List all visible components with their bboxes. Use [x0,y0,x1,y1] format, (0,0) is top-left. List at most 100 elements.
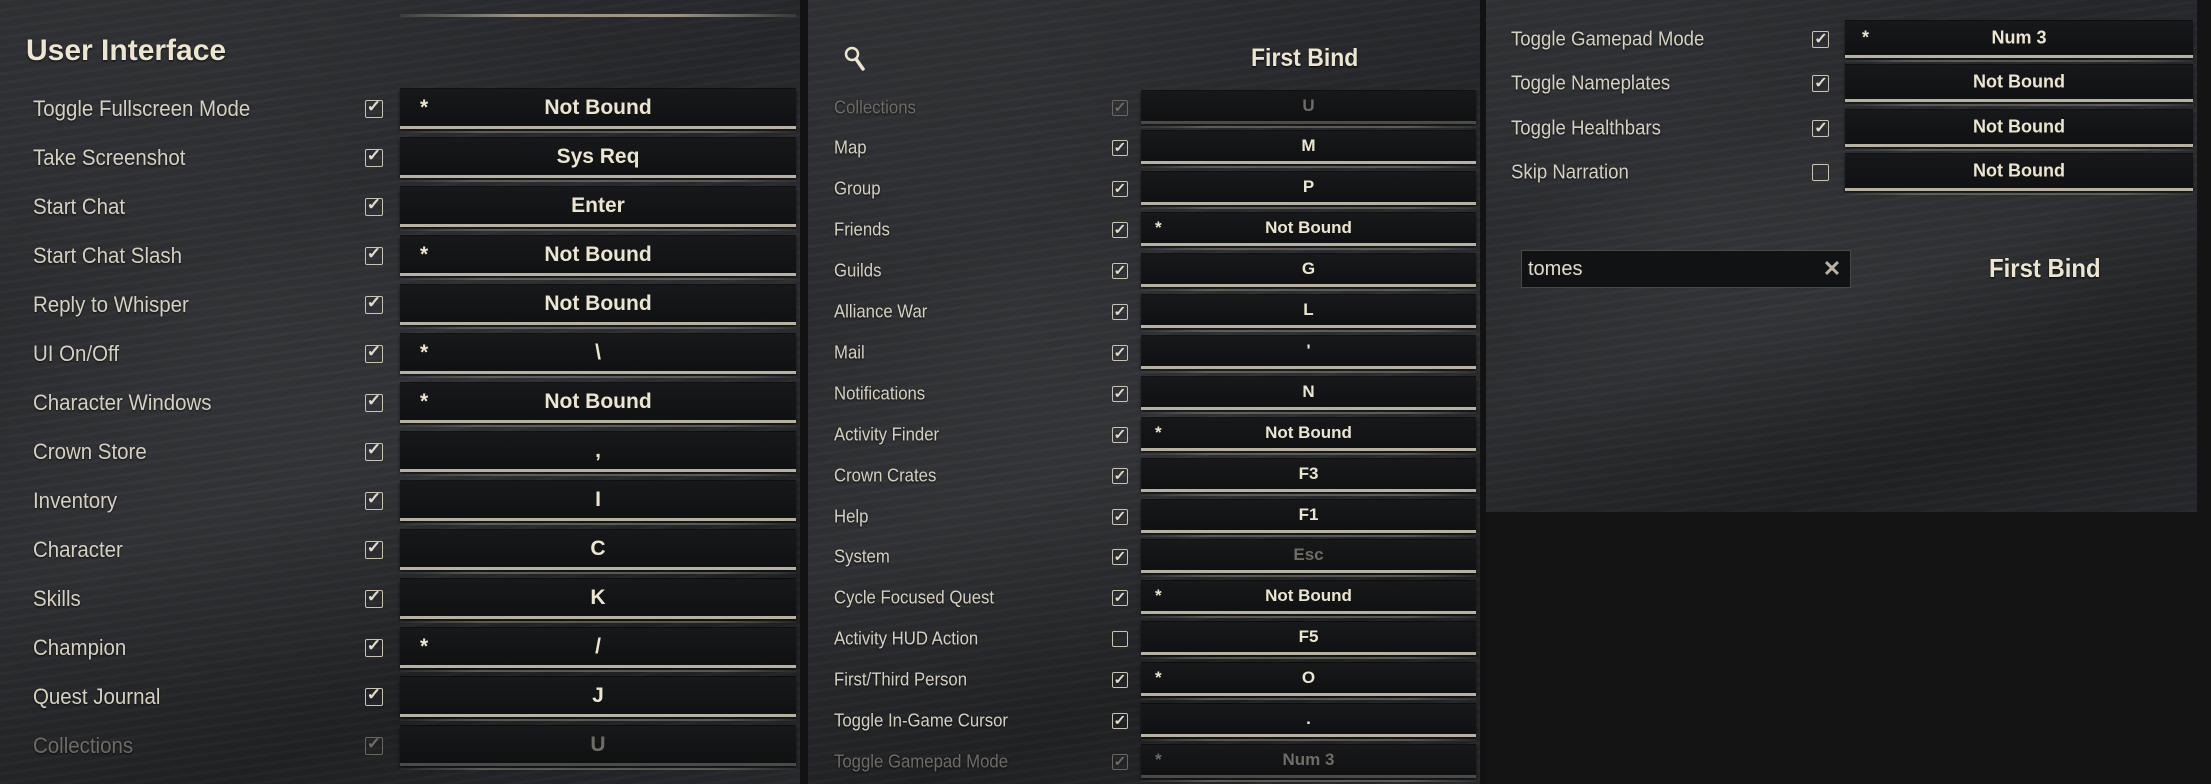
first-bind-slot[interactable]: * Not Bound [400,89,796,133]
enabled-checkbox[interactable]: ✓ [365,589,383,608]
first-bind-slot[interactable]: I [400,481,796,525]
enabled-checkbox[interactable]: ✓ [1112,140,1128,156]
enabled-checkbox[interactable]: ✓ [365,540,383,559]
keybind-row[interactable]: Activity HUD Action F5 [808,622,1480,659]
clear-search-icon[interactable]: ✕ [1820,257,1844,281]
first-bind-slot[interactable]: * Not Bound [1141,581,1476,618]
keybind-row[interactable]: Group ✓ P [808,172,1480,209]
enabled-checkbox[interactable]: ✓ [365,736,383,755]
keybind-row[interactable]: Crown Store ✓, [0,432,800,476]
keybind-row[interactable]: Toggle Nameplates ✓ Not Bound [1486,65,2197,106]
enabled-checkbox[interactable]: ✓ [1112,386,1128,402]
first-bind-slot[interactable]: G [1141,254,1476,291]
enabled-checkbox[interactable]: ✓ [1112,222,1128,238]
keybind-row[interactable]: Crown Crates ✓ F3 [808,459,1480,496]
first-bind-slot[interactable]: * \ [400,334,796,378]
first-bind-slot[interactable]: F5 [1141,622,1476,659]
first-bind-slot[interactable]: U [1141,91,1476,128]
enabled-checkbox[interactable]: ✓ [1112,754,1128,770]
enabled-checkbox[interactable]: ✓ [365,393,383,412]
keybind-row[interactable]: Character ✓ C [0,530,800,574]
enabled-checkbox[interactable]: ✓ [1112,468,1128,484]
enabled-checkbox[interactable]: ✓ [1112,345,1128,361]
keybind-row[interactable]: Friends ✓ * Not Bound [808,213,1480,250]
enabled-checkbox[interactable]: ✓ [1112,549,1128,565]
enabled-checkbox[interactable]: ✓ [1112,509,1128,525]
first-bind-slot[interactable]: * Not Bound [1141,213,1476,250]
enabled-checkbox[interactable]: ✓ [1812,120,1829,137]
keybind-row[interactable]: Alliance War ✓ L [808,295,1480,332]
first-bind-slot[interactable]: * Num 3 [1141,745,1476,782]
enabled-checkbox[interactable]: ✓ [365,638,383,657]
keybind-row[interactable]: Map ✓ M [808,131,1480,168]
search-icon[interactable] [843,45,867,73]
keybind-row[interactable]: Activity Finder ✓ * Not Bound [808,418,1480,455]
keybind-row[interactable]: System ✓ Esc [808,540,1480,577]
first-bind-slot[interactable]: Not Bound [1845,154,2193,195]
keybind-row[interactable]: Take Screenshot ✓ Sys Req [0,138,800,182]
keybind-row[interactable]: Toggle Gamepad Mode ✓ * Num 3 [1486,21,2197,62]
keybind-row[interactable]: Character Windows ✓ * Not Bound [0,383,800,427]
enabled-checkbox[interactable]: ✓ [1812,75,1829,92]
enabled-checkbox[interactable]: ✓ [1112,427,1128,443]
enabled-checkbox[interactable]: ✓ [1112,713,1128,729]
first-bind-slot[interactable]: Not Bound [1845,65,2193,106]
keybind-row[interactable]: Start Chat Slash ✓ * Not Bound [0,236,800,280]
keybind-row[interactable]: Start Chat ✓ Enter [0,187,800,231]
first-bind-slot[interactable]: N [1141,377,1476,414]
first-bind-slot[interactable]: M [1141,131,1476,168]
keybind-row[interactable]: Quest Journal ✓ J [0,677,800,721]
enabled-checkbox[interactable]: ✓ [1112,304,1128,320]
keybind-row[interactable]: Mail ✓ ' [808,336,1480,373]
enabled-checkbox[interactable]: ✓ [365,442,383,461]
keybind-row[interactable]: Toggle Healthbars ✓ Not Bound [1486,110,2197,151]
enabled-checkbox[interactable]: ✓ [365,344,383,363]
first-bind-slot[interactable]: Esc [1141,540,1476,577]
first-bind-slot[interactable]: L [1141,295,1476,332]
first-bind-slot[interactable]: ' [1141,336,1476,373]
keybind-row[interactable]: Skills ✓ K [0,579,800,623]
search-input[interactable] [1526,251,1810,288]
first-bind-slot[interactable]: * O [1141,663,1476,700]
keybind-row[interactable]: Toggle Fullscreen Mode ✓ * Not Bound [0,89,800,133]
enabled-checkbox[interactable]: ✓ [1112,100,1128,116]
enabled-checkbox[interactable]: ✓ [1112,181,1128,197]
keybind-row[interactable]: Help ✓ F1 [808,500,1480,537]
first-bind-slot[interactable]: . [1141,704,1476,741]
keybind-row[interactable]: Guilds ✓ G [808,254,1480,291]
keybind-row[interactable]: Reply to Whisper ✓ Not Bound [0,285,800,329]
keybind-row[interactable]: Notifications ✓ N [808,377,1480,414]
first-bind-slot[interactable]: F3 [1141,459,1476,496]
first-bind-slot[interactable]: , [400,432,796,476]
first-bind-slot[interactable]: Not Bound [400,285,796,329]
enabled-checkbox[interactable]: ✓ [365,99,383,118]
enabled-checkbox[interactable]: ✓ [365,246,383,265]
first-bind-slot[interactable]: F1 [1141,500,1476,537]
first-bind-slot[interactable]: * / [400,628,796,672]
keybind-row[interactable]: Champion ✓ * / [0,628,800,672]
enabled-checkbox[interactable]: ✓ [1112,590,1128,606]
enabled-checkbox[interactable] [1112,631,1128,647]
enabled-checkbox[interactable]: ✓ [1112,672,1128,688]
first-bind-slot[interactable]: K [400,579,796,623]
first-bind-slot[interactable]: * Not Bound [1141,418,1476,455]
enabled-checkbox[interactable]: ✓ [365,687,383,706]
first-bind-slot[interactable]: P [1141,172,1476,209]
keybind-row[interactable]: Inventory ✓ I [0,481,800,525]
keybind-row[interactable]: Toggle In-Game Cursor ✓. [808,704,1480,741]
first-bind-slot[interactable]: C [400,530,796,574]
keybind-row[interactable]: UI On/Off ✓ * \ [0,334,800,378]
enabled-checkbox[interactable]: ✓ [1812,31,1829,48]
keybind-row[interactable]: Collections ✓ U [808,91,1480,128]
first-bind-slot[interactable]: J [400,677,796,721]
first-bind-slot[interactable]: * Not Bound [400,236,796,280]
keybind-row[interactable]: Collections ✓ U [0,726,800,770]
keybind-row[interactable]: Skip Narration Not Bound [1486,154,2197,195]
keybind-row[interactable]: Toggle Gamepad Mode ✓ * Num 3 [808,745,1480,782]
keybind-row[interactable]: First/Third Person ✓ * O [808,663,1480,700]
enabled-checkbox[interactable]: ✓ [365,148,383,167]
first-bind-slot[interactable]: U [400,726,796,770]
first-bind-slot[interactable]: * Not Bound [400,383,796,427]
keybind-row[interactable]: Cycle Focused Quest ✓ * Not Bound [808,581,1480,618]
first-bind-slot[interactable]: Enter [400,187,796,231]
